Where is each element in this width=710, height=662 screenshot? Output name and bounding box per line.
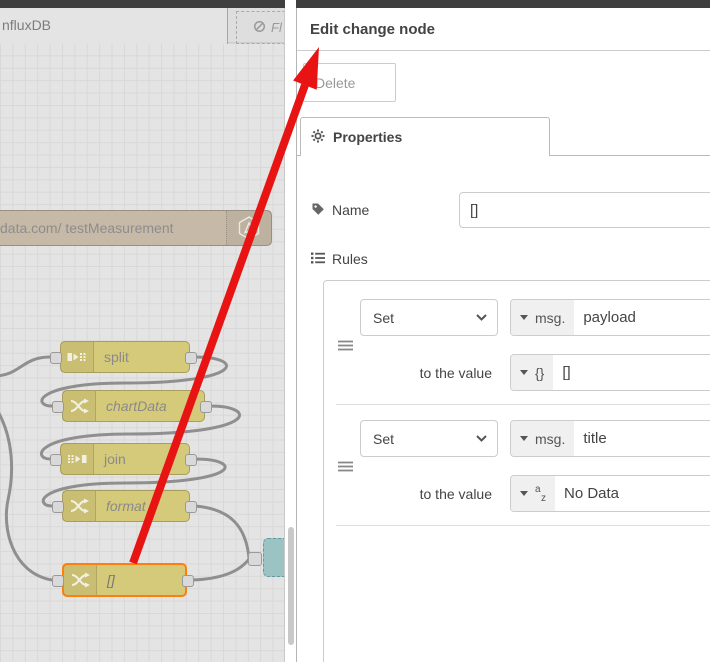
node-port[interactable] bbox=[185, 352, 197, 364]
rule1-value-type-button[interactable]: {} bbox=[511, 355, 554, 390]
wire[interactable] bbox=[0, 355, 52, 378]
node-influxdb-label: data.com/ testMeasurement bbox=[0, 220, 174, 236]
node-split-label: split bbox=[104, 349, 129, 365]
rule1-value-value[interactable]: [] bbox=[553, 355, 710, 390]
node-chartdata-label: chartData bbox=[106, 398, 167, 414]
rule-row-2: Set msg. title to the value a z No Data bbox=[324, 405, 710, 525]
rule-row-1: Set msg. payload to the value {} [] bbox=[324, 281, 710, 404]
delete-button[interactable]: Delete bbox=[303, 63, 396, 102]
influxdb-logo-icon bbox=[226, 211, 271, 245]
node-port[interactable] bbox=[200, 401, 212, 413]
name-row: Name bbox=[311, 192, 710, 228]
flow-canvas[interactable]: nfluxDB Fl data.com/ testMeasurement spl… bbox=[0, 8, 285, 662]
gear-icon bbox=[311, 129, 325, 146]
node-port[interactable] bbox=[52, 401, 64, 413]
node-influxdb-out[interactable]: data.com/ testMeasurement bbox=[0, 210, 272, 246]
rules-label-text: Rules bbox=[332, 251, 368, 267]
node-change-selected[interactable]: [] bbox=[62, 563, 187, 597]
node-port[interactable] bbox=[50, 352, 62, 364]
rule2-property-value[interactable]: title bbox=[574, 421, 710, 456]
split-icon bbox=[61, 342, 94, 372]
wire[interactable] bbox=[193, 504, 251, 560]
join-icon bbox=[61, 444, 94, 474]
name-input[interactable] bbox=[459, 192, 710, 228]
node-port[interactable] bbox=[182, 575, 194, 587]
edit-tray-toolbar: Delete bbox=[297, 51, 710, 117]
rule1-action-value: Set bbox=[373, 309, 395, 326]
rule2-action-select[interactable]: Set bbox=[360, 420, 498, 457]
msg-type-label: msg. bbox=[535, 309, 566, 326]
rule2-property-type-button[interactable]: msg. bbox=[511, 421, 575, 456]
rule2-property-input[interactable]: msg. title bbox=[510, 420, 710, 457]
tag-icon bbox=[311, 202, 325, 219]
tab-properties-label: Properties bbox=[333, 129, 403, 145]
rule-separator bbox=[336, 525, 710, 526]
rule2-to-label: to the value bbox=[419, 485, 492, 502]
chevron-down-icon bbox=[476, 314, 487, 321]
json-type-icon: {} bbox=[535, 364, 545, 381]
rules-container: Set msg. payload to the value {} [] Set … bbox=[323, 280, 710, 662]
wire[interactable] bbox=[190, 557, 251, 582]
app-header-edge bbox=[0, 0, 285, 8]
node-change-chartdata[interactable]: chartData bbox=[62, 390, 205, 422]
change-icon bbox=[63, 491, 96, 521]
list-icon bbox=[311, 251, 325, 267]
edit-tray: Edit change node Delete Properties Name … bbox=[296, 8, 710, 662]
rule2-action-value: Set bbox=[373, 430, 395, 447]
drag-handle-icon[interactable] bbox=[330, 420, 360, 512]
drag-handle-icon[interactable] bbox=[330, 299, 360, 391]
rule2-value-input[interactable]: az No Data bbox=[510, 475, 710, 512]
rule2-value-value[interactable]: No Data bbox=[555, 476, 710, 511]
node-split[interactable]: split bbox=[60, 341, 190, 373]
node-port[interactable] bbox=[52, 501, 64, 513]
node-change-format[interactable]: format bbox=[62, 490, 190, 522]
edit-form: Name Rules bbox=[297, 156, 710, 662]
rule1-property-value[interactable]: payload bbox=[574, 300, 710, 335]
name-label: Name bbox=[311, 202, 459, 219]
chevron-down-icon bbox=[476, 435, 487, 442]
node-port[interactable] bbox=[52, 575, 64, 587]
node-selected-label: [] bbox=[107, 572, 115, 588]
rule1-to-label: to the value bbox=[419, 364, 492, 381]
node-join[interactable]: join bbox=[60, 443, 190, 475]
rule1-property-type-button[interactable]: msg. bbox=[511, 300, 575, 335]
node-format-label: format bbox=[106, 498, 146, 514]
tab-properties[interactable]: Properties bbox=[300, 117, 550, 156]
node-chart-partial[interactable] bbox=[263, 538, 284, 577]
string-type-icon: az bbox=[535, 483, 546, 504]
name-label-text: Name bbox=[332, 202, 370, 218]
edit-tray-header: Edit change node bbox=[297, 8, 710, 51]
edit-tray-tabbar: Properties bbox=[297, 117, 710, 156]
rules-label: Rules bbox=[311, 250, 710, 268]
change-icon bbox=[63, 391, 96, 421]
canvas-scrollbar-track[interactable] bbox=[285, 0, 296, 662]
node-join-label: join bbox=[104, 451, 126, 467]
change-icon bbox=[64, 565, 97, 595]
node-port[interactable] bbox=[185, 454, 197, 466]
caret-down-icon bbox=[520, 370, 528, 375]
node-port[interactable] bbox=[185, 501, 197, 513]
caret-down-icon bbox=[520, 491, 528, 496]
msg-type-label: msg. bbox=[535, 430, 566, 447]
rule2-value-type-button[interactable]: az bbox=[511, 476, 555, 511]
edit-tray-title: Edit change node bbox=[310, 20, 436, 38]
rule1-property-input[interactable]: msg. payload bbox=[510, 299, 710, 336]
canvas-scrollbar-thumb[interactable] bbox=[288, 527, 294, 645]
caret-down-icon bbox=[520, 436, 528, 441]
app-header-edge bbox=[296, 0, 710, 8]
wire[interactable] bbox=[0, 408, 54, 582]
caret-down-icon bbox=[520, 315, 528, 320]
node-port[interactable] bbox=[50, 454, 62, 466]
rule1-action-select[interactable]: Set bbox=[360, 299, 498, 336]
node-port[interactable] bbox=[248, 552, 262, 566]
rule1-value-input[interactable]: {} [] bbox=[510, 354, 710, 391]
